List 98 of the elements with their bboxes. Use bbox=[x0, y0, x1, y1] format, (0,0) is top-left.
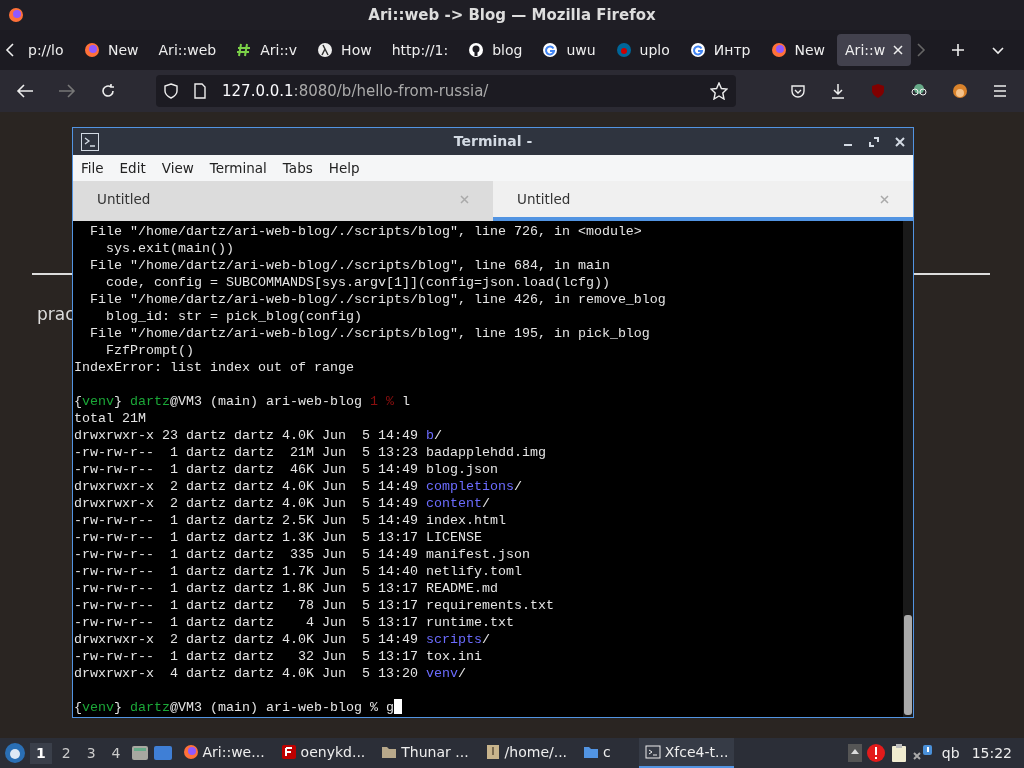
star-icon[interactable] bbox=[710, 82, 728, 100]
google-icon bbox=[542, 42, 559, 58]
clock: 15:22 bbox=[971, 743, 1012, 763]
terminal-line: -rw-rw-r-- 1 dartz dartz 78 Jun 5 13:17 requirements.txt bbox=[74, 597, 555, 614]
terminal-tab[interactable]: Untitled bbox=[73, 181, 493, 221]
close-icon[interactable] bbox=[895, 136, 905, 147]
workspace-button[interactable]: 1 bbox=[30, 742, 52, 764]
terminal-line: -rw-rw-r-- 1 dartz dartz 21M Jun 5 13:23 badapplehdd.img bbox=[74, 444, 547, 461]
terminal-line: code, config = SUBCOMMANDS[sys.argv[1]](config=json.load(lcfg)) bbox=[105, 274, 611, 291]
browser-tab[interactable]: Ari::w bbox=[837, 34, 912, 66]
browser-tab[interactable]: uplo bbox=[607, 34, 678, 66]
terminal-line: sys.exit(main()) bbox=[105, 240, 235, 257]
terminal-line: drwxrwxr-x 4 dartz dartz 4.0K Jun 5 13:20 venv/ bbox=[74, 665, 467, 682]
pocket-icon[interactable] bbox=[790, 83, 806, 99]
back-icon[interactable] bbox=[16, 83, 34, 99]
terminal-line: -rw-rw-r-- 1 dartz dartz 1.3K Jun 5 13:17 LICENSE bbox=[74, 529, 483, 546]
scroll-up-icon[interactable] bbox=[847, 744, 862, 762]
taskbar-task[interactable]: /home/... bbox=[478, 738, 574, 768]
plus-icon[interactable] bbox=[950, 42, 966, 58]
terminal-line: File "/home/dartz/ari-web-blog/./scripts/blog", line 684, in main bbox=[89, 257, 611, 274]
archive-icon bbox=[484, 744, 501, 760]
taskbar-task[interactable]: oenykd... bbox=[274, 738, 372, 768]
page-icon bbox=[194, 83, 206, 99]
menu-item[interactable]: View bbox=[161, 157, 194, 179]
terminal-line: File "/home/dartz/ari-web-blog/./scripts/blog", line 195, in pick_blog bbox=[89, 325, 651, 342]
terminal-icon bbox=[81, 132, 99, 151]
terminal-title: Terminal - bbox=[453, 132, 533, 151]
workspace-button[interactable]: 3 bbox=[80, 742, 102, 764]
menu-icon[interactable] bbox=[992, 83, 1008, 99]
menu-item[interactable]: Edit bbox=[119, 157, 146, 179]
terminal-line: File "/home/dartz/ari-web-blog/./scripts/blog", line 426, in remove_blog bbox=[89, 291, 667, 308]
terminal-line: blog_id: str = pick_blog(config) bbox=[105, 308, 363, 325]
menu-item[interactable]: Tabs bbox=[282, 157, 313, 179]
browser-tab[interactable]: Интр bbox=[681, 34, 759, 66]
terminal-line: {venv} dartz@VM3 (main) ari-web-blog 1 % l bbox=[74, 393, 411, 410]
terminal-line: -rw-rw-r-- 1 dartz dartz 1.7K Jun 5 14:40 netlify.toml bbox=[74, 563, 523, 580]
browser-tab[interactable]: Ari::v bbox=[228, 34, 306, 66]
browser-tab[interactable]: uwu bbox=[534, 34, 604, 66]
google-icon bbox=[689, 42, 706, 58]
browser-tab[interactable]: http://1: bbox=[383, 34, 457, 66]
file-manager-icon[interactable] bbox=[130, 744, 149, 762]
terminal-line: drwxrwxr-x 2 dartz dartz 4.0K Jun 5 14:49 completions/ bbox=[74, 478, 523, 495]
workspace-button[interactable]: 2 bbox=[55, 742, 77, 764]
terminal-line: drwxrwxr-x 23 dartz dartz 4.0K Jun 5 14:49 b/ bbox=[74, 427, 443, 444]
clipboard-icon[interactable] bbox=[889, 743, 908, 763]
scrollbar-thumb[interactable] bbox=[904, 615, 912, 715]
folder-icon bbox=[583, 744, 600, 760]
terminal-tab[interactable]: Untitled bbox=[493, 181, 913, 221]
terminal-line: drwxrwxr-x 2 dartz dartz 4.0K Jun 5 14:49 scripts/ bbox=[74, 631, 491, 648]
firefox-icon bbox=[770, 42, 787, 58]
menu-item[interactable]: Help bbox=[328, 157, 360, 179]
workspace-button[interactable]: 4 bbox=[105, 742, 127, 764]
chevron-right-icon[interactable] bbox=[915, 42, 928, 58]
browser-tab[interactable]: New bbox=[762, 34, 834, 66]
taskbar-task[interactable]: Ari::we... bbox=[176, 738, 271, 768]
terminal-line: -rw-rw-r-- 1 dartz dartz 32 Jun 5 13:17 tox.ini bbox=[74, 648, 483, 665]
terminal-line: -rw-rw-r-- 1 dartz dartz 46K Jun 5 14:49 blog.json bbox=[74, 461, 499, 478]
chevron-left-icon[interactable] bbox=[4, 42, 16, 58]
folder-icon bbox=[381, 744, 398, 760]
terminal-icon bbox=[644, 744, 661, 760]
browser-tab[interactable]: blog bbox=[460, 34, 531, 66]
filezilla-icon bbox=[280, 744, 297, 760]
reload-icon[interactable] bbox=[100, 83, 116, 99]
browser-tab[interactable]: Ari::web bbox=[150, 34, 225, 66]
page-text: prac bbox=[37, 303, 75, 326]
lambda-icon bbox=[317, 42, 334, 58]
download-icon[interactable] bbox=[830, 83, 846, 99]
github-icon bbox=[468, 42, 485, 58]
maximize-icon[interactable] bbox=[869, 136, 879, 147]
terminal-line: -rw-rw-r-- 1 dartz dartz 4 Jun 5 13:17 runtime.txt bbox=[74, 614, 515, 631]
terminal-line: IndexError: list index out of range bbox=[74, 359, 355, 376]
terminal-line: FzfPrompt() bbox=[105, 342, 195, 359]
scrollbar[interactable] bbox=[903, 221, 913, 717]
forward-icon[interactable] bbox=[58, 83, 76, 99]
alert-icon[interactable] bbox=[865, 743, 886, 763]
terminal-line: -rw-rw-r-- 1 dartz dartz 2.5K Jun 5 14:49 index.html bbox=[74, 512, 507, 529]
taskbar-task[interactable]: Thunar ... bbox=[375, 738, 475, 768]
tray-text[interactable]: qb bbox=[941, 742, 960, 764]
menu-item[interactable]: File bbox=[81, 157, 104, 179]
taskbar-task[interactable]: Xfce4-t... bbox=[638, 738, 735, 768]
shield-icon[interactable] bbox=[164, 83, 178, 99]
firefox-icon bbox=[182, 744, 199, 760]
terminal-line: drwxrwxr-x 2 dartz dartz 4.0K Jun 5 14:49 content/ bbox=[74, 495, 491, 512]
taskbar-task[interactable]: c bbox=[577, 738, 617, 768]
window-icon[interactable] bbox=[152, 744, 173, 762]
browser-tab[interactable]: How bbox=[309, 34, 380, 66]
hash-icon bbox=[236, 42, 253, 58]
firefox-icon bbox=[84, 42, 100, 58]
browser-tab[interactable]: p://lo bbox=[20, 34, 72, 66]
firefox-icon bbox=[8, 7, 24, 23]
window-title: Ari::web -> Blog — Mozilla Firefox bbox=[368, 4, 656, 26]
terminal-line: total 21M bbox=[74, 410, 147, 427]
terminal-line: -rw-rw-r-- 1 dartz dartz 335 Jun 5 14:49 manifest.json bbox=[74, 546, 531, 563]
terminal-line: -rw-rw-r-- 1 dartz dartz 1.8K Jun 5 13:17 README.md bbox=[74, 580, 499, 597]
glasses-extension-icon[interactable] bbox=[910, 83, 928, 99]
browser-tab[interactable]: New bbox=[76, 34, 147, 66]
menu-item[interactable]: Terminal bbox=[209, 157, 267, 179]
terminal-line: File "/home/dartz/ari-web-blog/./scripts/blog", line 726, in <module> bbox=[89, 223, 643, 240]
